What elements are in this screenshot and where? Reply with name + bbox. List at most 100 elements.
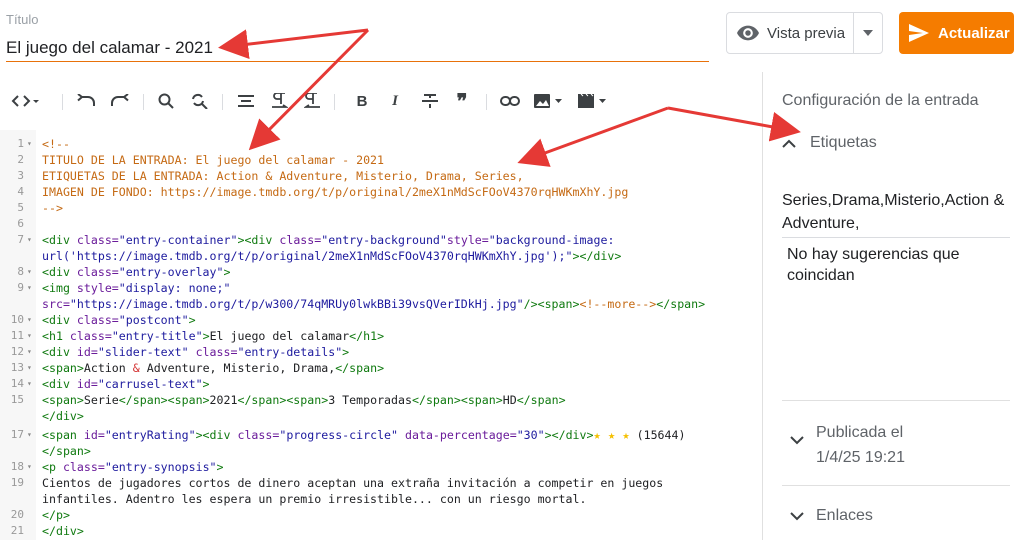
code-text: <span id="entryRating"><div class="progr… xyxy=(42,428,686,442)
toolbar-divider xyxy=(222,94,223,110)
preview-dropdown-button[interactable] xyxy=(853,12,883,54)
italic-icon[interactable]: I xyxy=(383,86,407,116)
fold-arrow-icon[interactable]: ▾ xyxy=(27,136,32,152)
fold-arrow-icon[interactable]: ▾ xyxy=(27,427,32,443)
preview-label: Vista previa xyxy=(767,24,846,42)
code-line: 15 <span>Serie</span><span>2021</span><sp… xyxy=(0,392,762,408)
undo-icon[interactable] xyxy=(74,86,98,116)
fold-arrow-icon[interactable]: ▾ xyxy=(27,459,32,475)
links-section-toggle[interactable]: Enlaces xyxy=(790,507,873,525)
title-input[interactable]: El juego del calamar - 2021 xyxy=(6,38,213,58)
published-date: 1/4/25 19:21 xyxy=(816,449,905,466)
title-field-label: Título xyxy=(6,12,39,27)
line-number: 18 xyxy=(10,460,24,473)
redo-icon[interactable] xyxy=(108,86,132,116)
code-line: 17 ▾ <span id="entryRating"><div class="pr… xyxy=(0,427,762,443)
search-icon[interactable] xyxy=(154,86,178,116)
eye-icon xyxy=(737,25,759,41)
toolbar-divider xyxy=(334,94,335,110)
preview-button[interactable]: Vista previa xyxy=(726,12,854,54)
labels-input[interactable]: Series,Drama,Misterio,Action & Adventure… xyxy=(782,189,1007,235)
line-number: 15 xyxy=(10,393,24,406)
line-number: 21 xyxy=(10,524,24,537)
code-line: infantiles. Adentro les espera un premio… xyxy=(0,491,762,507)
code-line: 9 ▾ <img style="display: none;" xyxy=(0,280,762,296)
fold-arrow-icon[interactable]: ▾ xyxy=(27,360,32,376)
code-text: --> xyxy=(42,201,63,215)
labels-section-toggle[interactable]: Etiquetas xyxy=(782,134,877,152)
link-icon[interactable] xyxy=(498,86,522,116)
update-button[interactable]: Actualizar xyxy=(899,12,1014,54)
align-icon[interactable] xyxy=(234,86,258,116)
annotation-arrow xyxy=(218,28,369,60)
chevron-down-icon xyxy=(790,436,804,445)
code-line: 13 ▾ <span>Action & Adventure, Misterio, D… xyxy=(0,360,762,376)
published-section-toggle[interactable]: Publicada el 1/4/25 19:21 xyxy=(790,420,905,470)
code-line: url('https://image.tmdb.org/t/p/original… xyxy=(0,248,762,264)
fold-arrow-icon[interactable]: ▾ xyxy=(27,328,32,344)
chevron-down-icon xyxy=(790,511,804,520)
fold-arrow-icon[interactable]: ▾ xyxy=(27,344,32,360)
code-text: <span>Action & Adventure, Misterio, Dram… xyxy=(42,361,385,375)
code-line: 1 ▾ <!-- xyxy=(0,136,762,152)
image-icon[interactable] xyxy=(532,86,566,116)
line-number: 19 xyxy=(10,476,24,489)
code-text: ETIQUETAS DE LA ENTRADA: Action & Advent… xyxy=(42,169,524,183)
fold-arrow-icon[interactable]: ▾ xyxy=(27,264,32,280)
title-underline xyxy=(6,61,709,62)
code-text: IMAGEN DE FONDO: https://image.tmdb.org/… xyxy=(42,185,629,199)
code-text: src="https://image.tmdb.org/t/p/w300/74q… xyxy=(42,297,706,311)
line-number: 5 xyxy=(17,201,24,214)
code-line: </div> xyxy=(0,408,762,424)
code-line: 3 ETIQUETAS DE LA ENTRADA: Action & Adven… xyxy=(0,168,762,184)
code-text: <!-- xyxy=(42,137,70,151)
send-icon xyxy=(909,24,929,42)
fold-arrow-icon[interactable]: ▾ xyxy=(27,280,32,296)
code-icon[interactable] xyxy=(8,86,44,116)
code-text: </div> xyxy=(42,524,84,538)
code-line: 19 Cientos de jugadores cortos de dinero … xyxy=(0,475,762,491)
code-line: 4 IMAGEN DE FONDO: https://image.tmdb.org… xyxy=(0,184,762,200)
rating-stars: ★ ★ ★ xyxy=(593,428,630,442)
caret-down-icon xyxy=(863,30,873,36)
no-suggestions-text: No hay sugerencias que coincidan xyxy=(787,246,960,284)
labels-heading: Etiquetas xyxy=(810,134,877,151)
code-text: url('https://image.tmdb.org/t/p/original… xyxy=(42,249,622,263)
fold-arrow-icon[interactable]: ▾ xyxy=(27,376,32,392)
line-number: 14 xyxy=(10,377,24,390)
quote-icon[interactable]: ❞ xyxy=(450,86,474,116)
fold-arrow-icon[interactable]: ▾ xyxy=(27,232,32,248)
fold-arrow-icon[interactable]: ▾ xyxy=(27,312,32,328)
code-line: 18 ▾ <p class="entry-synopsis"> xyxy=(0,459,762,475)
code-text: <div class="postcont"> xyxy=(42,313,196,327)
code-line: 7 ▾ <div class="entry-container"><div clas… xyxy=(0,232,762,248)
code-text: <div class="entry-container"><div class=… xyxy=(42,233,615,247)
code-text: <img style="display: none;" xyxy=(42,281,231,295)
published-info: Publicada el 1/4/25 19:21 xyxy=(816,420,905,470)
bold-icon[interactable]: B xyxy=(350,86,374,116)
code-text: <div id="carrusel-text"> xyxy=(42,377,210,391)
code-text: </span> xyxy=(42,444,91,458)
code-line: 8 ▾ <div class="entry-overlay"> xyxy=(0,264,762,280)
code-text: TITULO DE LA ENTRADA: El juego del calam… xyxy=(42,153,385,167)
published-heading: Publicada el xyxy=(816,424,904,441)
line-number: 11 xyxy=(10,329,24,342)
code-text: <div class="entry-overlay"> xyxy=(42,265,231,279)
code-line: 5 --> xyxy=(0,200,762,216)
code-line: 6 xyxy=(0,216,762,232)
code-line: </span> xyxy=(0,443,762,459)
code-text: Cientos de jugadores cortos de dinero ac… xyxy=(42,476,664,490)
sidebar-separator xyxy=(782,485,1010,486)
update-label: Actualizar xyxy=(938,24,1010,42)
sidebar-separator xyxy=(782,400,1010,401)
find-replace-icon[interactable] xyxy=(188,86,212,116)
code-text: infantiles. Adentro les espera un premio… xyxy=(42,492,587,506)
video-icon[interactable] xyxy=(576,86,610,116)
post-settings-title: Configuración de la entrada xyxy=(782,92,979,109)
sidebar-divider xyxy=(762,72,763,540)
labels-input-underline xyxy=(782,237,1010,238)
toolbar-divider xyxy=(486,94,487,110)
rtl-icon[interactable] xyxy=(300,86,324,116)
ltr-icon[interactable] xyxy=(268,86,292,116)
strikethrough-icon[interactable] xyxy=(418,86,442,116)
